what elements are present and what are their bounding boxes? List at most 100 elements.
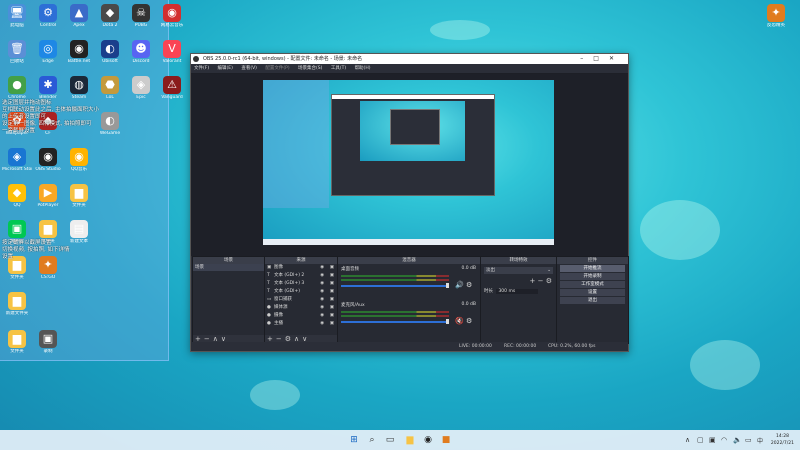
- obs-taskbar-icon[interactable]: ◉: [422, 434, 434, 446]
- transition-type-select[interactable]: 淡出 ⌄: [484, 267, 553, 274]
- tray-chevron-icon[interactable]: ∧: [685, 436, 690, 444]
- desktop-icon[interactable]: ▆ 文件夹: [2, 330, 32, 354]
- desktop-icon[interactable]: ⬣ LoL: [95, 76, 125, 100]
- desktop-icon[interactable]: ◍ Steam: [64, 76, 94, 100]
- tray-icon-2[interactable]: ▣: [709, 436, 716, 444]
- lock-icon[interactable]: ▣: [330, 312, 334, 320]
- volume-fader-knob[interactable]: [446, 283, 449, 288]
- source-item[interactable]: ▣ 图像 ◉ ▣: [265, 264, 337, 272]
- muted-speaker-icon[interactable]: 🔇: [455, 317, 464, 325]
- menu-tools[interactable]: 工具(T): [331, 66, 346, 71]
- desktop-icon[interactable]: 🗑 回收站: [2, 40, 32, 64]
- duration-input[interactable]: 300 ms: [496, 289, 539, 294]
- desktop-icon[interactable]: ⚙ Control: [33, 4, 63, 28]
- menu-view[interactable]: 查看(V): [241, 66, 257, 71]
- desktop-icon[interactable]: ▆ 文件夹: [64, 184, 94, 208]
- desktop-icon[interactable]: ▶ PotPlayer: [33, 184, 63, 208]
- menu-file[interactable]: 文件(F): [194, 66, 209, 71]
- desktop-icon[interactable]: ◐ Ubisoft: [95, 40, 125, 64]
- volume-fader[interactable]: [341, 321, 449, 323]
- taskbar-clock[interactable]: 14:28 2022/7/21: [771, 433, 794, 447]
- window-controls[interactable]: –□✕: [580, 54, 624, 64]
- desktop-icon[interactable]: ● Chrome: [2, 76, 32, 100]
- lock-icon[interactable]: ▣: [330, 296, 334, 304]
- obs-title-bar[interactable]: OBS 25.0.0-rc1 (64-bit, windows) - 配置文件:…: [191, 54, 628, 64]
- search-icon[interactable]: ⌕: [366, 434, 378, 446]
- menu-profile[interactable]: 配置文件(P): [265, 66, 289, 71]
- lock-icon[interactable]: ▣: [330, 288, 334, 296]
- desktop-icon[interactable]: ◆ Dota 2: [95, 4, 125, 28]
- menu-edit[interactable]: 编辑(E): [218, 66, 233, 71]
- desktop-icon[interactable]: ◈ Epic: [126, 76, 156, 100]
- wifi-icon[interactable]: ◠: [721, 436, 727, 444]
- file-explorer-icon[interactable]: ▆: [404, 434, 416, 446]
- exit-button[interactable]: 退出: [560, 297, 625, 304]
- source-item[interactable]: T 文本 (GDI+) 3 ◉ ▣: [265, 280, 337, 288]
- obs-window[interactable]: OBS 25.0.0-rc1 (64-bit, windows) - 配置文件:…: [190, 53, 629, 352]
- lock-icon[interactable]: ▣: [330, 304, 334, 312]
- desktop-icon[interactable]: ☠ PUBG: [126, 4, 156, 28]
- source-item[interactable]: T 文本 (GDI+) 2 ◉ ▣: [265, 272, 337, 280]
- settings-button[interactable]: 设置: [560, 289, 625, 296]
- eye-icon[interactable]: ◉: [320, 304, 324, 312]
- lock-icon[interactable]: ▣: [330, 280, 334, 288]
- desktop-icon[interactable]: ◎ Edge: [33, 40, 63, 64]
- task-view-icon[interactable]: ▭: [384, 434, 396, 446]
- desktop-icon-label: Microsoft Store: [2, 167, 32, 172]
- chevron-down-icon: ⌄: [547, 268, 551, 273]
- eye-icon[interactable]: ◉: [320, 312, 324, 320]
- volume-fader[interactable]: [341, 285, 449, 287]
- eye-icon[interactable]: ◉: [320, 288, 324, 296]
- desktop-icon-csgo-topright[interactable]: ✦ 反恐精英: [761, 4, 791, 28]
- lock-icon[interactable]: ▣: [330, 272, 334, 280]
- controls-dock-title: 控件: [557, 257, 628, 264]
- gear-icon[interactable]: ⚙: [466, 281, 472, 289]
- volume-fader-knob[interactable]: [446, 319, 449, 324]
- source-item[interactable]: T 文本 (GDI+) ◉ ▣: [265, 288, 337, 296]
- app-taskbar-icon[interactable]: ■: [440, 434, 452, 446]
- desktop-icon[interactable]: ◉ Battle.net: [64, 40, 94, 64]
- desktop-icon[interactable]: ☻ Discord: [126, 40, 156, 64]
- menu-help[interactable]: 帮助(H): [355, 66, 371, 71]
- volume-icon[interactable]: 🔈: [733, 436, 742, 444]
- desktop-icon-label: Vanguard: [161, 95, 183, 100]
- desktop-icon[interactable]: ◈Microsoft Store: [2, 148, 32, 172]
- start-recording-button[interactable]: 开始录制: [560, 273, 625, 280]
- app-icon: ⬣: [101, 76, 119, 94]
- desktop-icon[interactable]: ▆ 新建文件夹: [2, 292, 32, 316]
- gear-icon[interactable]: ⚙: [466, 317, 472, 325]
- scene-item[interactable]: 场景: [193, 264, 264, 271]
- eye-icon[interactable]: ◉: [320, 296, 324, 304]
- desktop-icon[interactable]: ✱ Blender: [33, 76, 63, 100]
- speaker-icon[interactable]: 🔊: [455, 281, 464, 289]
- lock-icon[interactable]: ▣: [330, 320, 334, 328]
- desktop-icon[interactable]: ◆ QQ: [2, 184, 32, 208]
- eye-icon[interactable]: ◉: [320, 320, 324, 328]
- desktop-icon[interactable]: ◉ 网易云音乐: [157, 4, 187, 28]
- eye-icon[interactable]: ◉: [320, 272, 324, 280]
- app-icon: ▣: [39, 330, 57, 348]
- sources-list: ▣ 图像 ◉ ▣ T 文本 (GDI+) 2 ◉ ▣ T 文本 (GDI+) 3 ◉ ▣ T 文本 (GD…: [265, 264, 337, 328]
- windows-start-icon[interactable]: ⊞: [348, 434, 360, 446]
- studio-mode-button[interactable]: 工作室模式: [560, 281, 625, 288]
- eye-icon[interactable]: ◉: [320, 264, 324, 272]
- source-item[interactable]: ● 摄像 ◉ ▣: [265, 312, 337, 320]
- desktop-icon[interactable]: ◉ QQ音乐: [64, 148, 94, 172]
- source-item[interactable]: ● 主播 ◉ ▣: [265, 320, 337, 328]
- desktop-icon[interactable]: 🖥 此电脑: [2, 4, 32, 28]
- battery-icon[interactable]: ▭: [745, 436, 752, 444]
- transition-add-remove[interactable]: + − ⚙: [481, 277, 556, 285]
- ime-icon[interactable]: 中: [757, 436, 763, 445]
- tray-icon-1[interactable]: ▢: [697, 436, 704, 444]
- menu-scene-collection[interactable]: 场景集合(S): [298, 66, 322, 71]
- source-item[interactable]: ▭ 窗口捕获 ◉ ▣: [265, 296, 337, 304]
- eye-icon[interactable]: ◉: [320, 280, 324, 288]
- desktop-icon[interactable]: ◉ OBS Studio: [33, 148, 63, 172]
- start-streaming-button[interactable]: 开始推流: [560, 265, 625, 272]
- source-item[interactable]: ● 媒体源 ◉ ▣: [265, 304, 337, 312]
- desktop-icon[interactable]: ▲ Apex: [64, 4, 94, 28]
- desktop-icon[interactable]: ⚠ Vanguard: [157, 76, 187, 100]
- desktop-icon[interactable]: V Valorant: [157, 40, 187, 64]
- desktop-icon[interactable]: ▣ 录制: [33, 330, 63, 354]
- lock-icon[interactable]: ▣: [330, 264, 334, 272]
